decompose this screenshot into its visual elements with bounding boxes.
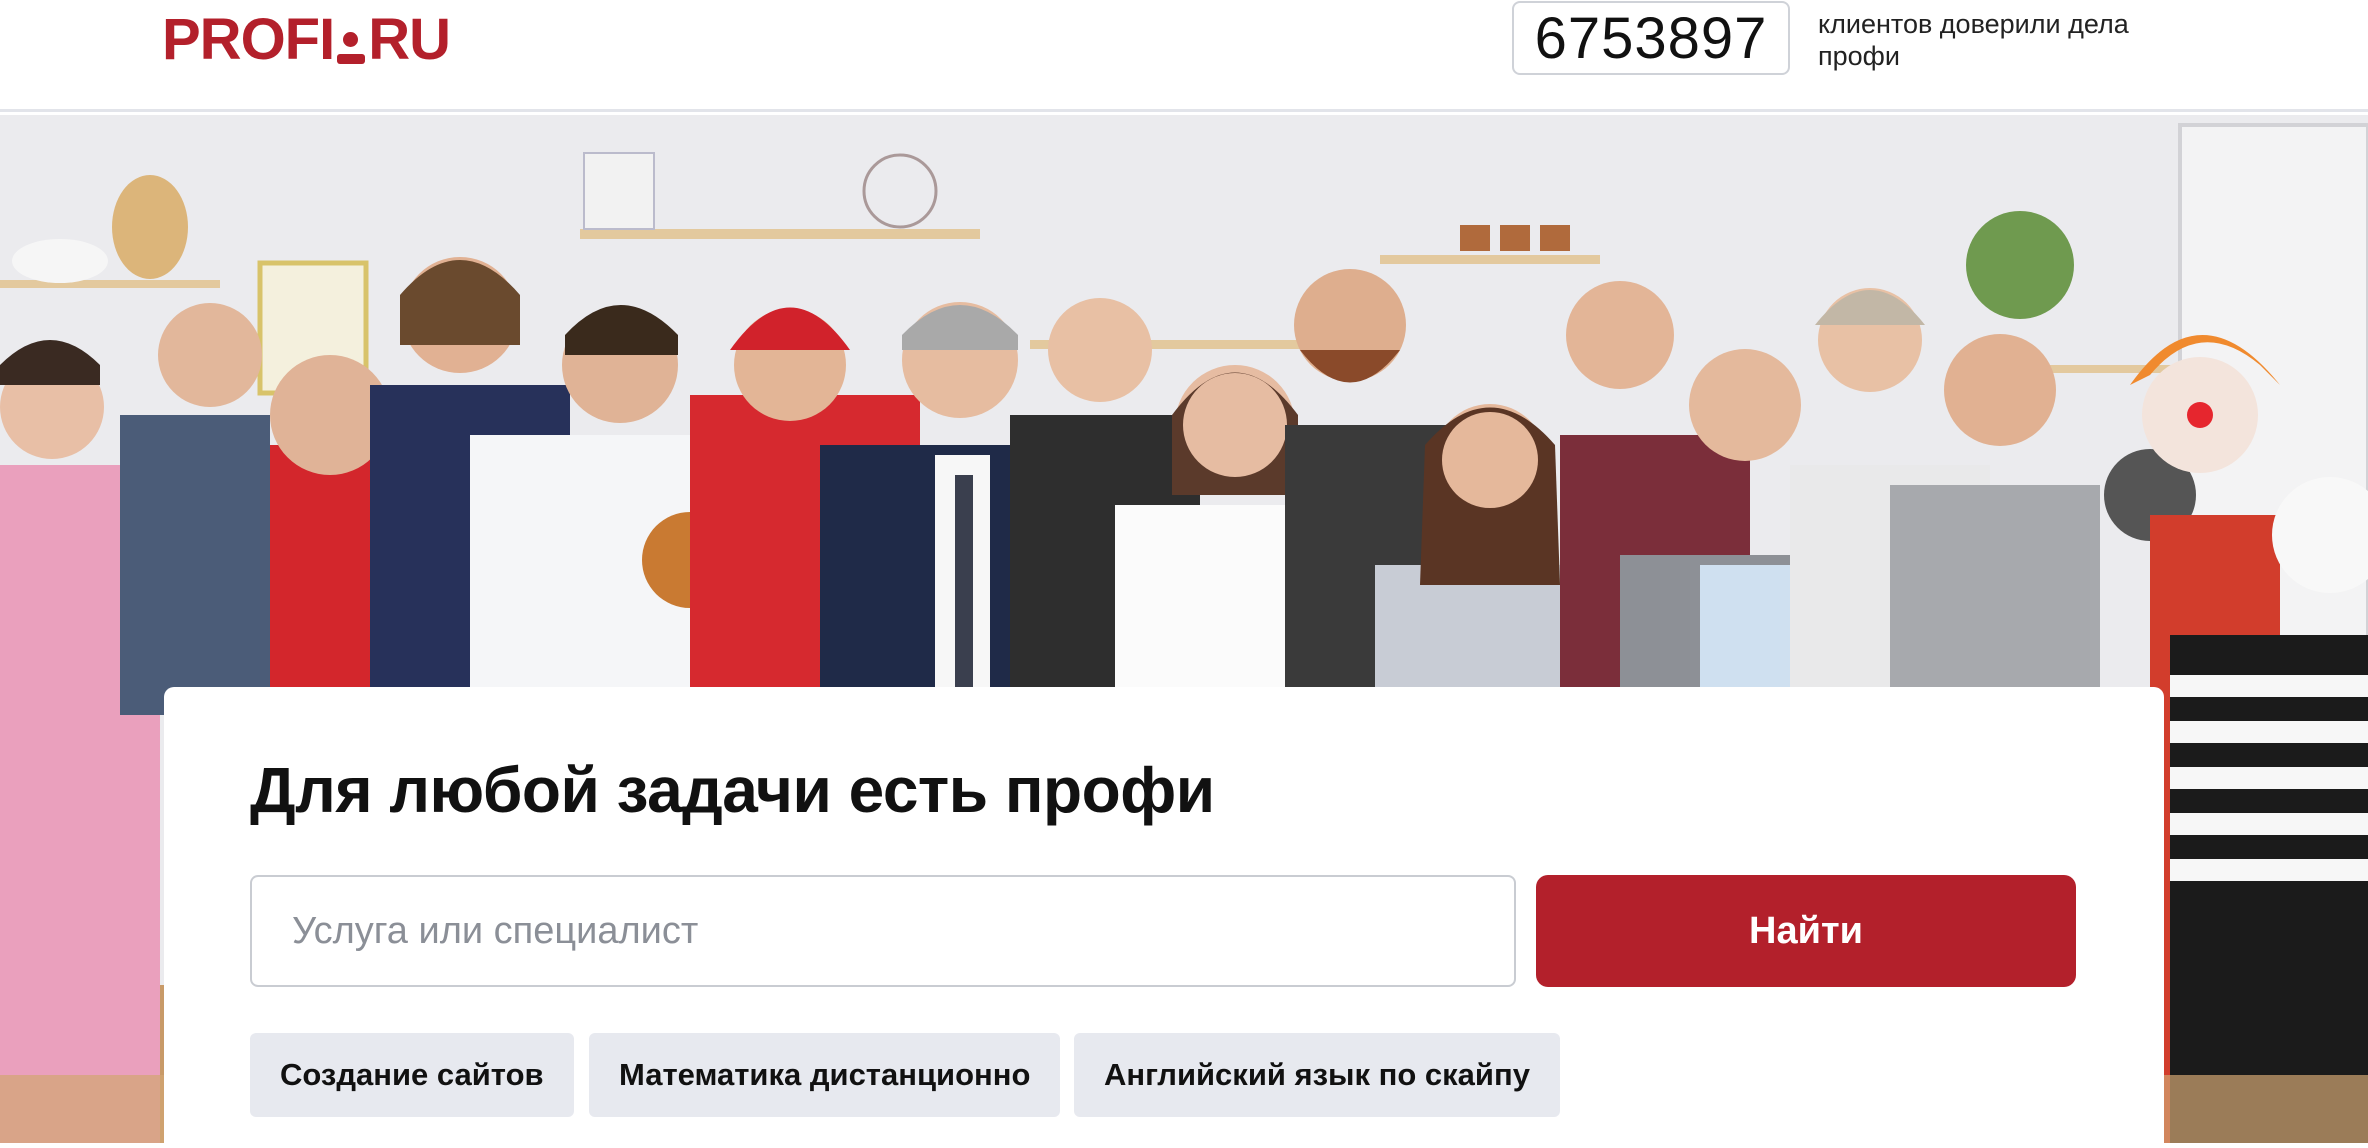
suggestion-chip-websites[interactable]: Создание сайтов [250,1033,574,1117]
hero-title: Для любой задачи есть профи [250,754,1215,826]
suggestion-chip-english[interactable]: Английский язык по скайпу [1074,1033,1560,1117]
clients-counter: 6753897 [1512,1,1790,75]
profi-logo[interactable]: PROFI RU [162,7,451,72]
logo-text-right: RU [368,6,451,72]
hero-banner: Для любой задачи есть профи Найти Создан… [0,115,2368,1143]
logo-text-left: PROFI [162,6,335,72]
suggestion-chip-math[interactable]: Математика дистанционно [589,1033,1061,1117]
logo-dot-icon [334,10,368,68]
search-card: Для любой задачи есть профи Найти Создан… [164,687,2164,1143]
clients-counter-caption: клиентов доверили дела профи [1818,9,2129,71]
search-button[interactable]: Найти [1536,875,2076,987]
service-search-input[interactable] [250,875,1516,987]
site-header: PROFI RU 6753897 клиентов доверили дела п… [0,0,2368,112]
